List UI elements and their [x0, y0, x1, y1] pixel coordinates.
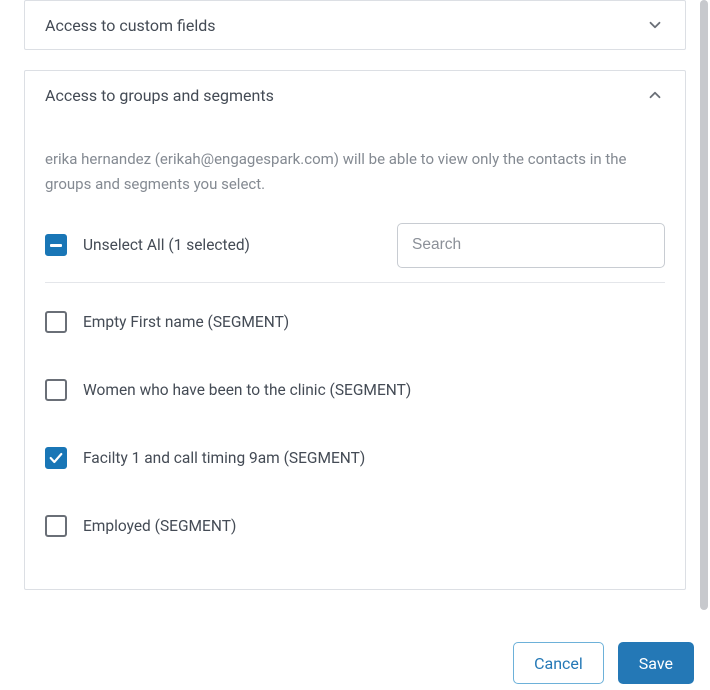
groups-toolbar-left: Unselect All (1 selected)	[45, 234, 250, 256]
panel-groups-header[interactable]: Access to groups and segments	[25, 71, 685, 119]
list-item[interactable]: Women who have been to the clinic (SEGME…	[45, 355, 665, 423]
panel-groups-description: erika hernandez (erikah@engagespark.com)…	[45, 147, 665, 197]
footer-actions: Cancel Save	[513, 642, 694, 684]
checkbox-unselect-all[interactable]	[45, 234, 67, 256]
indeterminate-icon	[50, 244, 62, 247]
list-item[interactable]: Empty First name (SEGMENT)	[45, 287, 665, 355]
search-input[interactable]	[397, 223, 665, 268]
cancel-button[interactable]: Cancel	[513, 642, 604, 684]
item-label: Employed (SEGMENT)	[83, 517, 236, 535]
chevron-down-icon	[645, 15, 665, 35]
checkbox-item-0[interactable]	[45, 311, 67, 333]
panel-groups: Access to groups and segments erika hern…	[24, 70, 686, 590]
item-label: Facilty 1 and call timing 9am (SEGMENT)	[83, 449, 365, 467]
item-label: Women who have been to the clinic (SEGME…	[83, 381, 411, 399]
scrollbar-thumb[interactable]	[700, 0, 708, 610]
chevron-up-icon	[645, 85, 665, 105]
list-item[interactable]: Facilty 1 and call timing 9am (SEGMENT)	[45, 423, 665, 491]
checkbox-item-3[interactable]	[45, 515, 67, 537]
scrollbar-track[interactable]	[700, 0, 708, 610]
panel-groups-title: Access to groups and segments	[45, 86, 274, 105]
unselect-all-label[interactable]: Unselect All (1 selected)	[83, 236, 250, 254]
panel-custom-fields: Access to custom fields	[24, 0, 686, 50]
checkbox-item-2[interactable]	[45, 447, 67, 469]
list-item[interactable]: Employed (SEGMENT)	[45, 491, 665, 559]
groups-toolbar: Unselect All (1 selected)	[45, 223, 665, 283]
item-label: Empty First name (SEGMENT)	[83, 313, 289, 331]
checkbox-item-1[interactable]	[45, 379, 67, 401]
panel-custom-fields-header[interactable]: Access to custom fields	[25, 1, 685, 49]
save-button[interactable]: Save	[618, 642, 694, 684]
panel-groups-body: erika hernandez (erikah@engagespark.com)…	[25, 147, 685, 589]
panel-custom-fields-title: Access to custom fields	[45, 16, 216, 35]
